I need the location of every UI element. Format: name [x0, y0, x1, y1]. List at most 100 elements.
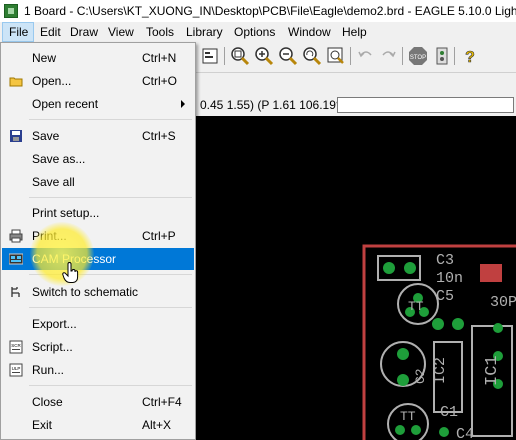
- menu-library[interactable]: Library: [186, 25, 223, 39]
- menu-item-label: New: [32, 51, 57, 65]
- save-disk-icon: [10, 130, 22, 142]
- menu-item-exit[interactable]: Exit Alt+X: [2, 414, 194, 436]
- script-file-icon: SCR: [9, 340, 23, 354]
- pad: [397, 348, 409, 360]
- menu-item-label: Save all: [32, 175, 75, 189]
- menu-item-label: Save as...: [32, 152, 86, 166]
- pad: [432, 318, 444, 330]
- board-canvas[interactable]: C3 10n C5 30P TT IC2 IC1 C2 TT C1 C4: [196, 116, 516, 440]
- menu-separator: [29, 385, 192, 386]
- zoom-in-icon[interactable]: [254, 46, 274, 66]
- toolbar: STOP ?: [196, 42, 516, 73]
- menu-item-label: Save: [32, 129, 60, 143]
- open-folder-icon: [9, 77, 23, 87]
- menu-separator: [29, 307, 192, 308]
- menu-bar: File Edit Draw View Tools Library Option…: [0, 22, 516, 42]
- svg-text:SCR: SCR: [11, 343, 21, 348]
- zoom-fit-icon[interactable]: [230, 46, 250, 66]
- script-icon[interactable]: [200, 46, 220, 66]
- menu-item-shortcut: Alt+X: [142, 418, 172, 432]
- menu-item-open-recent[interactable]: Open recent: [2, 93, 194, 115]
- menu-separator: [29, 197, 192, 198]
- toolbar-separator: [350, 47, 351, 65]
- ulp-file-icon: ULP: [9, 363, 23, 377]
- menu-item-label: Export...: [32, 317, 77, 331]
- menu-options[interactable]: Options: [234, 25, 275, 39]
- toolbar-separator: [454, 47, 455, 65]
- coordinate-bar: 0.45 1.55) (P 1.61 106.19°): [196, 96, 516, 116]
- menu-view[interactable]: View: [108, 25, 134, 39]
- label-tt-2: TT: [400, 409, 416, 424]
- menu-item-run[interactable]: ULP Run...: [2, 359, 194, 381]
- smd-pad: [480, 264, 502, 282]
- label-c4: C4: [456, 426, 474, 440]
- redo-icon[interactable]: [378, 46, 398, 66]
- menu-item-shortcut: Ctrl+N: [142, 51, 177, 65]
- menu-item-shortcut: Ctrl+P: [142, 229, 176, 243]
- pcb-layout: C3 10n C5 30P TT IC2 IC1 C2 TT C1 C4: [362, 244, 516, 440]
- menu-item-label: Open...: [32, 74, 72, 88]
- window-title: 1 Board - C:\Users\KT_XUONG_IN\Desktop\P…: [24, 4, 516, 18]
- hand-cursor-icon: [62, 262, 79, 283]
- label-c1: C1: [440, 404, 458, 421]
- go-icon[interactable]: [432, 46, 452, 66]
- menu-file[interactable]: File: [2, 22, 34, 42]
- menu-item-label: Exit: [32, 418, 53, 432]
- menu-item-script[interactable]: SCR Script...: [2, 336, 194, 358]
- menu-item-label: Close: [32, 395, 63, 409]
- coordinate-readout: 0.45 1.55) (P 1.61 106.19°): [200, 98, 345, 112]
- toolbar-separator: [402, 47, 403, 65]
- menu-item-switch-to-schematic[interactable]: Switch to schematic: [2, 281, 194, 303]
- menu-separator: [29, 119, 192, 120]
- pad: [395, 425, 405, 435]
- menu-edit[interactable]: Edit: [40, 25, 61, 39]
- menu-item-open[interactable]: Open... Ctrl+O: [2, 70, 194, 92]
- menu-draw[interactable]: Draw: [70, 25, 98, 39]
- label-c3: C3: [436, 252, 454, 269]
- menu-item-close[interactable]: Close Ctrl+F4: [2, 391, 194, 413]
- menu-window[interactable]: Window: [288, 25, 331, 39]
- menu-item-label: Print setup...: [32, 206, 100, 220]
- menu-item-save-as[interactable]: Save as...: [2, 148, 194, 170]
- label-ic2: IC2: [432, 357, 449, 384]
- zoom-redraw-icon[interactable]: [302, 46, 322, 66]
- menu-tools[interactable]: Tools: [146, 25, 174, 39]
- pad: [439, 427, 449, 437]
- zoom-out-icon[interactable]: [278, 46, 298, 66]
- label-c2: C2: [413, 368, 428, 384]
- menu-help[interactable]: Help: [342, 25, 367, 39]
- stop-icon[interactable]: STOP: [408, 46, 428, 66]
- label-c5: C5: [436, 288, 454, 305]
- help-icon[interactable]: ?: [460, 46, 480, 66]
- schematic-switch-icon: [11, 287, 20, 297]
- menu-file-label: File: [9, 25, 29, 39]
- label-tt: TT: [408, 299, 424, 314]
- menu-item-print-setup[interactable]: Print setup...: [2, 202, 194, 224]
- undo-icon[interactable]: [356, 46, 376, 66]
- eagle-app-icon: [4, 4, 18, 18]
- submenu-arrow-icon: [181, 100, 185, 108]
- menu-item-shortcut: Ctrl+S: [142, 129, 176, 143]
- cam-processor-icon: [9, 253, 23, 265]
- pad: [383, 262, 395, 274]
- menu-item-save-all[interactable]: Save all: [2, 171, 194, 193]
- svg-text:STOP: STOP: [410, 55, 426, 61]
- menu-item-label: Script...: [32, 340, 73, 354]
- svg-text:?: ?: [465, 49, 475, 66]
- label-30p: 30P: [490, 294, 516, 311]
- menu-item-new[interactable]: New Ctrl+N: [2, 47, 194, 69]
- menu-item-export[interactable]: Export...: [2, 313, 194, 335]
- label-10n: 10n: [436, 270, 463, 287]
- menu-item-label: Open recent: [32, 97, 99, 111]
- title-bar: 1 Board - C:\Users\KT_XUONG_IN\Desktop\P…: [0, 0, 516, 23]
- menu-item-save[interactable]: Save Ctrl+S: [2, 125, 194, 147]
- label-ic1: IC1: [483, 355, 502, 386]
- toolbar-separator: [224, 47, 225, 65]
- pad: [452, 318, 464, 330]
- menu-item-label: Run...: [32, 363, 65, 377]
- pad: [404, 262, 416, 274]
- zoom-select-icon[interactable]: [326, 46, 346, 66]
- pad: [493, 323, 503, 333]
- command-line-input[interactable]: [337, 97, 514, 113]
- menu-item-shortcut: Ctrl+F4: [142, 395, 182, 409]
